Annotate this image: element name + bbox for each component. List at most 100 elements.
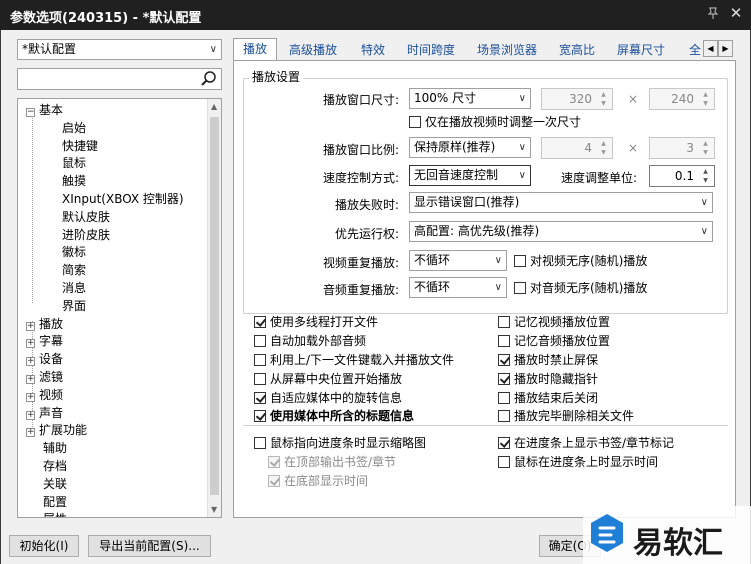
- search-input[interactable]: [17, 68, 222, 90]
- tree-item[interactable]: 启始: [62, 119, 86, 137]
- spinner-arrows-icon[interactable]: ▲ ▼: [698, 167, 713, 185]
- tree-item[interactable]: + 设备: [26, 350, 63, 368]
- tab-2[interactable]: 特效: [361, 40, 385, 60]
- tab-3[interactable]: 时间跨度: [407, 40, 455, 60]
- tree-item[interactable]: 进阶皮肤: [62, 226, 110, 244]
- checkbox-box[interactable]: [254, 392, 266, 404]
- show-time-checkbox[interactable]: 鼠标在进度条上时显示时间: [498, 454, 658, 470]
- checkbox-box[interactable]: [498, 410, 510, 422]
- tab-scroll-right-icon[interactable]: ▶: [718, 40, 733, 57]
- tree-item[interactable]: + 字幕: [26, 332, 63, 350]
- checkbox-box[interactable]: [514, 255, 526, 267]
- window-height-spinner[interactable]: 240 ▲ ▼: [649, 88, 715, 110]
- spinner-arrows-icon[interactable]: ▲ ▼: [596, 139, 611, 157]
- tree-item[interactable]: 关联: [43, 475, 67, 493]
- spinner-arrows-icon[interactable]: ▲ ▼: [698, 90, 713, 108]
- option-checkbox[interactable]: 播放结束后关闭: [498, 390, 598, 406]
- priority-combo[interactable]: 高配置: 高优先级(推荐) ∨: [409, 221, 713, 242]
- tab-4[interactable]: 场景浏览器: [477, 40, 537, 60]
- expand-icon[interactable]: +: [26, 339, 35, 349]
- tree-item[interactable]: 消息: [62, 279, 86, 297]
- scroll-thumb[interactable]: [210, 117, 219, 495]
- tree-item[interactable]: 徽标: [62, 243, 86, 261]
- speed-combo[interactable]: 无回音速度控制 ∨: [409, 165, 531, 186]
- audio-shuffle-checkbox[interactable]: 对音频无序(随机)播放: [514, 280, 647, 296]
- top-bookmark-checkbox[interactable]: 在顶部输出书签/章节: [268, 454, 396, 470]
- option-checkbox[interactable]: 使用多线程打开文件: [254, 314, 378, 330]
- video-repeat-combo[interactable]: 不循环 ∨: [409, 250, 507, 271]
- expand-icon[interactable]: +: [26, 410, 35, 420]
- expand-icon[interactable]: +: [26, 392, 35, 402]
- checkbox-box[interactable]: [498, 437, 510, 449]
- checkbox-box[interactable]: [498, 335, 510, 347]
- checkbox-box[interactable]: [254, 354, 266, 366]
- checkbox-box[interactable]: [268, 475, 280, 487]
- scroll-up-icon[interactable]: ▲: [211, 102, 217, 111]
- fail-combo[interactable]: 显示错误窗口(推荐) ∨: [409, 192, 713, 213]
- checkbox-box[interactable]: [498, 456, 510, 468]
- tree-item[interactable]: 配置: [43, 493, 67, 511]
- checkbox-box[interactable]: [498, 392, 510, 404]
- expand-icon[interactable]: +: [26, 357, 35, 367]
- export-config-button[interactable]: 导出当前配置(S)...: [88, 535, 211, 557]
- profile-combo[interactable]: *默认配置 ∨: [17, 39, 222, 60]
- tree-item[interactable]: + 播放: [26, 315, 63, 333]
- option-checkbox[interactable]: 记忆音频播放位置: [498, 333, 610, 349]
- tree-item[interactable]: 简索: [62, 261, 86, 279]
- bottom-time-checkbox[interactable]: 在底部显示时间: [268, 473, 368, 489]
- spinner-arrows-icon[interactable]: ▲ ▼: [596, 90, 611, 108]
- expand-icon[interactable]: +: [26, 375, 35, 384]
- tree-item[interactable]: XInput(XBOX 控制器): [62, 190, 184, 208]
- checkbox-box[interactable]: [254, 437, 266, 449]
- tree-item[interactable]: 快捷键: [62, 137, 98, 155]
- checkbox-box[interactable]: [254, 316, 266, 328]
- ratio-height-spinner[interactable]: 3 ▲ ▼: [649, 137, 715, 159]
- search-icon[interactable]: [200, 70, 218, 88]
- option-checkbox[interactable]: 自动加载外部音频: [254, 333, 366, 349]
- collapse-icon[interactable]: −: [26, 108, 35, 117]
- seekbar-thumbnail-checkbox[interactable]: 鼠标指向进度条时显示缩略图: [254, 435, 426, 451]
- audio-repeat-combo[interactable]: 不循环 ∨: [409, 277, 507, 298]
- checkbox-box[interactable]: [498, 354, 510, 366]
- option-checkbox[interactable]: 记忆视频播放位置: [498, 314, 610, 330]
- tab-6[interactable]: 屏幕尺寸: [617, 40, 665, 60]
- checkbox-box[interactable]: [409, 116, 421, 128]
- expand-icon[interactable]: +: [26, 321, 35, 331]
- option-checkbox[interactable]: 播放时禁止屏保: [498, 352, 598, 368]
- tree-item[interactable]: 存档: [43, 457, 67, 475]
- tree-item[interactable]: − 基本: [26, 101, 63, 119]
- tree-item[interactable]: 属性: [43, 510, 67, 517]
- tree-item[interactable]: 鼠标: [62, 154, 86, 172]
- checkbox-box[interactable]: [514, 282, 526, 294]
- option-checkbox[interactable]: 自适应媒体中的旋转信息: [254, 390, 402, 406]
- checkbox-box[interactable]: [254, 410, 266, 422]
- checkbox-box[interactable]: [254, 335, 266, 347]
- ratio-combo[interactable]: 保持原样(推荐) ∨: [409, 137, 531, 158]
- adjust-once-checkbox[interactable]: 仅在播放视频时调整一次尺寸: [409, 114, 581, 130]
- checkbox-box[interactable]: [498, 373, 510, 385]
- tree-item[interactable]: + 声音: [26, 404, 63, 422]
- close-icon[interactable]: ✕: [727, 4, 745, 22]
- pin-icon[interactable]: [706, 6, 722, 22]
- tab-1[interactable]: 高级播放: [289, 40, 337, 60]
- speed-unit-spinner[interactable]: 0.1 ▲ ▼: [649, 165, 715, 187]
- window-size-combo[interactable]: 100% 尺寸 ∨: [409, 88, 531, 109]
- checkbox-box[interactable]: [254, 373, 266, 385]
- settings-tree[interactable]: ▲ ▼ − 基本 启始 快捷键 鼠标 触摸 XInput(XBOX 控制器) 默认皮肤 进阶皮肤…: [17, 98, 222, 518]
- tree-scrollbar[interactable]: ▲ ▼: [207, 99, 221, 517]
- expand-icon[interactable]: +: [26, 428, 35, 438]
- tab-scroll-left-icon[interactable]: ◀: [703, 40, 718, 57]
- video-shuffle-checkbox[interactable]: 对视频无序(随机)播放: [514, 253, 647, 269]
- tree-item[interactable]: + 视频: [26, 386, 63, 404]
- tab-7[interactable]: 全: [689, 40, 701, 60]
- option-checkbox[interactable]: 播放完毕删除相关文件: [498, 408, 634, 424]
- tree-item[interactable]: + 滤镜: [26, 368, 63, 386]
- option-checkbox[interactable]: 播放时隐藏指针: [498, 371, 598, 387]
- tree-item[interactable]: + 扩展功能: [26, 421, 87, 439]
- tree-item[interactable]: 触摸: [62, 172, 86, 190]
- checkbox-box[interactable]: [498, 316, 510, 328]
- checkbox-box[interactable]: [268, 456, 280, 468]
- window-width-spinner[interactable]: 320 ▲ ▼: [541, 88, 613, 110]
- tab-0[interactable]: 播放: [233, 38, 278, 61]
- init-button[interactable]: 初始化(I): [9, 535, 79, 557]
